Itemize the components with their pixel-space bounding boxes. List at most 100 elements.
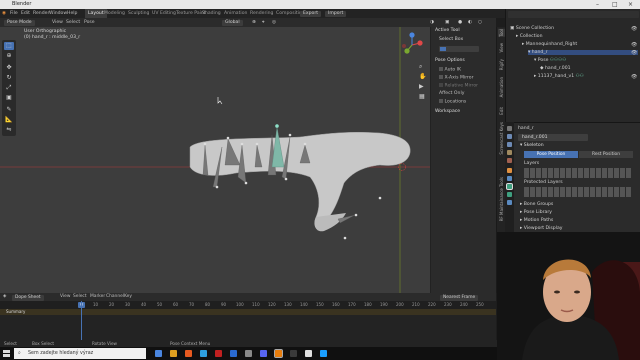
measure-tool-icon[interactable]: 📐 xyxy=(4,116,14,124)
breakdowner-tool-icon[interactable]: ⇋ xyxy=(4,126,14,134)
shading-rendered-icon[interactable]: ○ xyxy=(478,18,482,27)
pan-icon[interactable]: ✋ xyxy=(419,73,427,81)
store-icon[interactable] xyxy=(200,350,207,357)
section-motion-paths[interactable]: ▸ Motion Paths xyxy=(520,218,553,223)
outliner-search-input[interactable] xyxy=(508,11,639,18)
workspace-header[interactable]: Workspace xyxy=(435,109,460,114)
mail-icon[interactable] xyxy=(230,350,237,357)
mode-selector[interactable]: Pose Mode xyxy=(4,19,35,26)
dope-sheet-icon[interactable]: ◈ xyxy=(3,293,6,301)
navigation-gizmo[interactable] xyxy=(398,31,426,59)
outliner-row-scene-collection[interactable]: ▣ Scene Collection xyxy=(510,26,554,31)
workspace-tab-uv-editing[interactable]: UV Editing xyxy=(152,9,176,18)
sidebar-tab-animation[interactable]: Animation xyxy=(498,77,505,97)
viewport-menu-view[interactable]: View xyxy=(52,18,63,27)
xray-icon[interactable]: ▣ xyxy=(445,18,449,27)
menu-edit[interactable]: Edit xyxy=(21,9,30,18)
bone-tab-icon[interactable] xyxy=(507,192,512,197)
firefox-icon[interactable] xyxy=(185,350,192,357)
move-tool-icon[interactable]: ✥ xyxy=(4,64,14,72)
select-box-tool[interactable]: Select Box xyxy=(439,37,463,42)
scene-tab-icon[interactable] xyxy=(507,150,512,155)
timeline-menu-select[interactable]: Select xyxy=(73,293,87,301)
tool-tab-icon[interactable] xyxy=(507,126,512,131)
blender-taskbar-icon[interactable] xyxy=(274,349,283,358)
sidebar-tab-view[interactable]: View xyxy=(498,43,505,53)
armature-data-tab-icon[interactable] xyxy=(506,183,513,190)
visibility-eye-icon[interactable]: 👁 xyxy=(631,26,637,32)
timeline-menu-channel[interactable]: Channel xyxy=(106,293,124,301)
visibility-eye-icon[interactable]: 👁 xyxy=(631,74,637,80)
outliner-row-hand-r[interactable]: ▾ hand_r xyxy=(528,50,638,55)
select-box-tool-icon[interactable]: ⬚ xyxy=(4,42,14,50)
windows-start-icon[interactable] xyxy=(3,350,10,357)
viewport-menu-pose[interactable]: Pose xyxy=(84,18,95,27)
projection-toggle-icon[interactable]: ▦ xyxy=(419,93,427,101)
dope-sheet-mode-selector[interactable]: Dope Sheet xyxy=(12,294,44,301)
epic-games-icon[interactable] xyxy=(305,350,312,357)
protected-layers-grid[interactable] xyxy=(524,187,632,197)
camera-view-icon[interactable]: ▶ xyxy=(419,83,427,91)
menu-file[interactable]: File xyxy=(10,9,18,18)
sidebar-tab-edit[interactable]: Edit xyxy=(498,107,505,115)
workspace-tab-animation[interactable]: Animation xyxy=(224,9,247,18)
constraints-tab-icon[interactable] xyxy=(507,176,512,181)
workspace-tab-rendering[interactable]: Rendering xyxy=(250,9,273,18)
workspace-tab-shading[interactable]: Shading xyxy=(202,9,221,18)
export-button[interactable]: Export xyxy=(300,10,322,17)
transform-tool-icon[interactable]: ▣ xyxy=(4,94,14,102)
menu-help[interactable]: Help xyxy=(67,9,77,18)
outliner-row-collection[interactable]: ▸ Collection xyxy=(516,34,543,39)
object-tab-icon[interactable] xyxy=(507,168,512,173)
timeline-menu-view[interactable]: View xyxy=(60,293,70,301)
select-mode-set-icon[interactable] xyxy=(440,47,446,51)
outliner-row-hand-r-001[interactable]: ◆ hand_r.001 xyxy=(540,66,571,71)
cursor-tool-icon[interactable]: ⊕ xyxy=(4,52,14,60)
menu-render[interactable]: Render xyxy=(33,9,49,18)
obs-icon[interactable] xyxy=(290,350,297,357)
steam-icon[interactable] xyxy=(320,350,327,357)
import-button[interactable]: Import xyxy=(325,10,347,17)
app-icon[interactable] xyxy=(215,350,222,357)
proportional-edit-icon[interactable]: ◎ xyxy=(272,18,276,27)
visibility-eye-icon[interactable]: 👁 xyxy=(631,50,637,56)
sidebar-tab-rf-tools[interactable]: RF Maintainance Tools xyxy=(498,177,505,221)
relative-mirror-checkbox[interactable]: Relative Mirror xyxy=(439,83,478,89)
maximize-button[interactable]: □ xyxy=(612,0,618,9)
output-tab-icon[interactable] xyxy=(507,142,512,147)
outliner-row-hand-mesh[interactable]: ▸ 11137_hand_v1 ⚇⚇ xyxy=(534,74,584,79)
shading-material-icon[interactable]: ◐ xyxy=(468,18,472,27)
outliner-row-mannequin[interactable]: ▸ Mannequinhand_Right xyxy=(522,42,577,47)
pivot-icon[interactable]: ⊕ xyxy=(252,18,256,27)
section-pose-library[interactable]: ▸ Pose Library xyxy=(520,210,552,215)
snap-mode-selector[interactable]: Nearest Frame xyxy=(440,294,479,301)
render-tab-icon[interactable] xyxy=(507,134,512,139)
viewport-menu-select[interactable]: Select xyxy=(66,18,80,27)
menu-window[interactable]: Window xyxy=(49,9,67,18)
overlay-icon[interactable]: ◑ xyxy=(430,18,434,27)
select-mode-buttons[interactable] xyxy=(439,46,479,52)
timeline-menu-key[interactable]: Key xyxy=(124,293,132,301)
frame-ruler[interactable]: 0 10 20 30 40 50 60 70 80 90 100 110 120… xyxy=(0,301,496,309)
sidebar-tab-tool[interactable]: Tool xyxy=(498,29,505,37)
section-bone-groups[interactable]: ▸ Bone Groups xyxy=(520,202,553,207)
sidebar-tab-rigify[interactable]: Rigify xyxy=(498,59,505,70)
file-explorer-icon[interactable] xyxy=(170,350,177,357)
section-viewport-display[interactable]: ▸ Viewport Display xyxy=(520,226,563,231)
settings-icon[interactable] xyxy=(245,350,252,357)
rotate-tool-icon[interactable]: ↻ xyxy=(4,74,14,82)
rest-position-button[interactable]: Rest Position xyxy=(579,151,633,158)
task-view-icon[interactable] xyxy=(155,350,162,357)
minimize-button[interactable]: – xyxy=(596,0,599,9)
shading-solid-icon[interactable]: ● xyxy=(458,18,462,27)
skeleton-panel-header[interactable]: ▾ Skeleton xyxy=(520,143,544,148)
bone-constraints-tab-icon[interactable] xyxy=(507,200,512,205)
sidebar-tab-screencast-keys[interactable]: Screencast Keys xyxy=(498,122,505,155)
visibility-eye-icon[interactable]: 👁 xyxy=(631,42,637,48)
scale-tool-icon[interactable]: ⤢ xyxy=(4,84,14,92)
active-tool-header[interactable]: Active Tool xyxy=(435,28,460,33)
transform-orientation-selector[interactable]: Global xyxy=(222,19,243,26)
x-axis-mirror-checkbox[interactable]: X-Axis Mirror xyxy=(439,75,474,81)
outliner-row-pose[interactable]: ▾ Pose ⚇⚇⚇⚇ xyxy=(534,58,566,63)
auto-ik-checkbox[interactable]: Auto IK xyxy=(439,67,461,73)
